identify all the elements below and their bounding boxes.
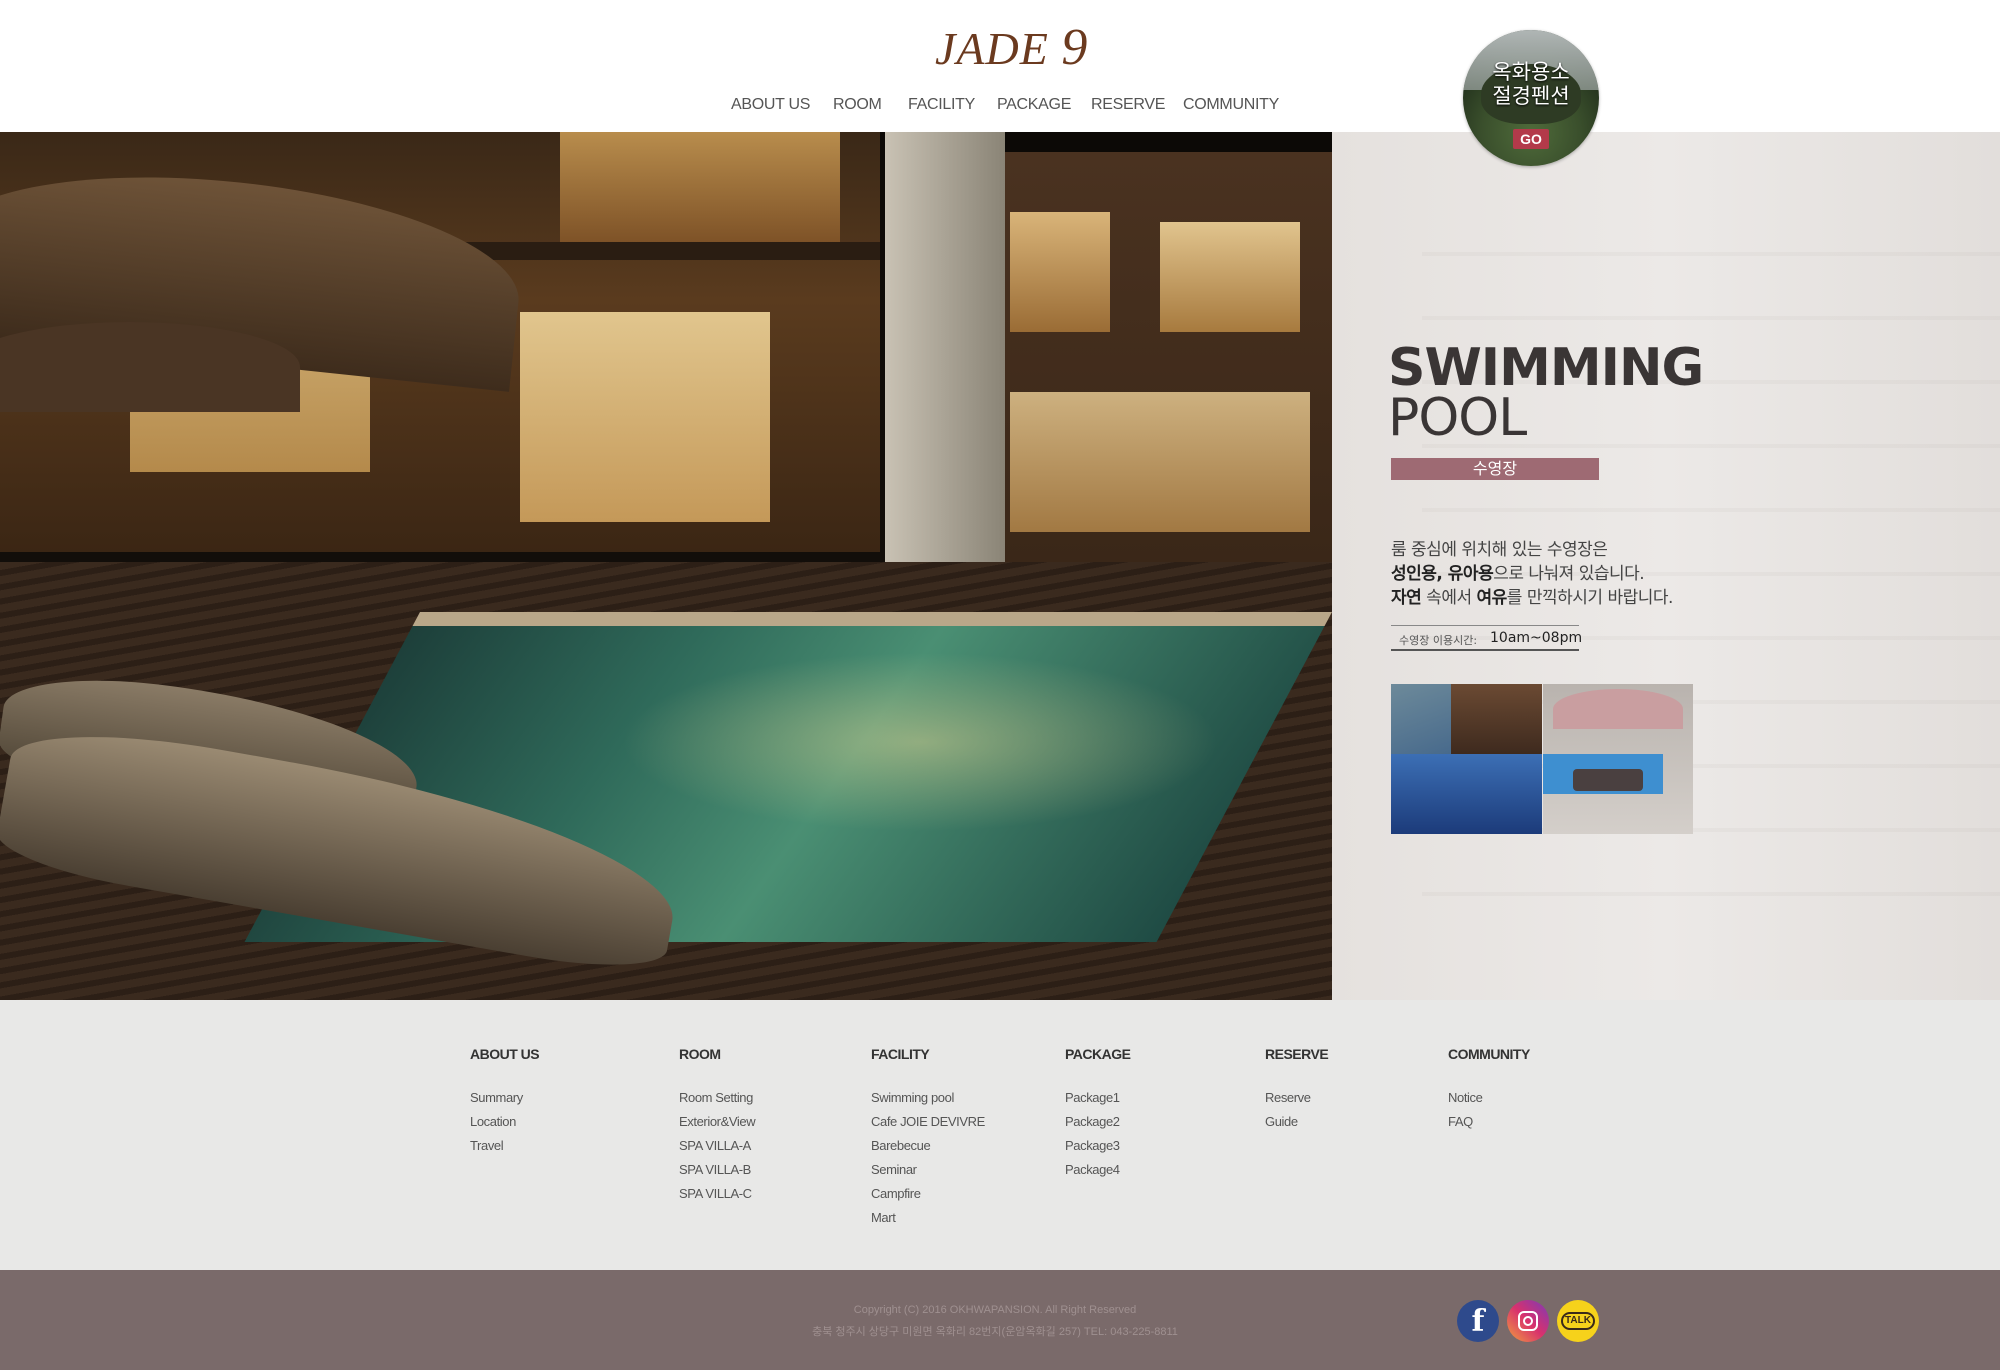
footer-link[interactable]: Mart <box>871 1206 985 1230</box>
pool-thumbnail-2[interactable] <box>1543 684 1693 834</box>
footer-col-package: PACKAGE Package1 Package2 Package3 Packa… <box>1065 1046 1131 1182</box>
facebook-icon[interactable]: f <box>1457 1300 1499 1342</box>
footer-col-title[interactable]: ROOM <box>679 1046 755 1062</box>
footer-bar <box>0 1270 2000 1370</box>
footer-col-title[interactable]: RESERVE <box>1265 1046 1329 1062</box>
footer-link[interactable]: Summary <box>470 1086 539 1110</box>
desc-line-1: 룸 중심에 위치해 있는 수영장은 <box>1391 540 1608 560</box>
hero-window-right2 <box>1160 222 1300 332</box>
instagram-icon[interactable] <box>1507 1300 1549 1342</box>
section-korean-label: 수영장 <box>1391 458 1599 480</box>
footer-col-title[interactable]: PACKAGE <box>1065 1046 1131 1062</box>
footer-col-room: ROOM Room Setting Exterior&View SPA VILL… <box>679 1046 756 1206</box>
footer-sitemap <box>0 1000 2000 1270</box>
nav-about-us[interactable]: ABOUT US <box>731 96 810 114</box>
thumb2-umbrella <box>1553 689 1683 729</box>
hero-image-pool-night <box>0 132 1332 1000</box>
section-description: 룸 중심에 위치해 있는 수영장은 성인용, 유아용으로 나눠져 있습니다. 자… <box>1391 538 1711 610</box>
hero-window-right1 <box>1010 212 1110 332</box>
footer-link[interactable]: Exterior&View <box>679 1110 756 1134</box>
footer-col-title[interactable]: ABOUT US <box>470 1046 540 1062</box>
footer-col-community: COMMUNITY Notice FAQ <box>1448 1046 1530 1134</box>
thumb2-lounger <box>1573 769 1643 791</box>
footer-link[interactable]: Package3 <box>1065 1134 1130 1158</box>
footer-link[interactable]: Package1 <box>1065 1086 1130 1110</box>
footer-link[interactable]: Campfire <box>871 1182 985 1206</box>
footer-link[interactable]: FAQ <box>1448 1110 1530 1134</box>
footer-link[interactable]: Travel <box>470 1134 539 1158</box>
nav-package[interactable]: PACKAGE <box>997 96 1071 114</box>
site-header: JADE 9 ABOUT US ROOM FACILITY PACKAGE RE… <box>0 0 2000 132</box>
desc-line-3: 자연 속에서 여유를 만끽하시기 바랍니다. <box>1391 586 1711 610</box>
site-logo[interactable]: JADE 9 <box>935 18 1088 77</box>
footer-link[interactable]: Guide <box>1265 1110 1328 1134</box>
logo-text: JADE <box>935 23 1049 74</box>
footer-link[interactable]: Seminar <box>871 1158 985 1182</box>
promo-badge[interactable]: 옥화용소 절경펜션 GO <box>1463 30 1599 166</box>
footer-link[interactable]: Location <box>470 1110 539 1134</box>
section-title-light: POOL <box>1388 388 1527 448</box>
copyright-text: Copyright (C) 2016 OKHWAPANSION. All Rig… <box>853 1304 1137 1316</box>
footer-col-title[interactable]: COMMUNITY <box>1448 1046 1530 1062</box>
desc-line-3-mid: 속에서 <box>1421 588 1477 608</box>
footer-link[interactable]: Notice <box>1448 1086 1530 1110</box>
footer-link[interactable]: Package2 <box>1065 1110 1130 1134</box>
footer-col-facility: FACILITY Swimming pool Cafe JOIE DEVIVRE… <box>871 1046 985 1230</box>
footer-col-about: ABOUT US Summary Location Travel <box>470 1046 540 1158</box>
hero-pillar <box>885 132 1005 572</box>
hero-window-left2 <box>520 312 770 522</box>
footer-link[interactable]: Cafe JOIE DEVIVRE <box>871 1110 985 1134</box>
footer-link[interactable]: SPA VILLA-C <box>679 1182 755 1206</box>
desc-line-3-bold2: 여유 <box>1476 588 1508 608</box>
instagram-lens <box>1523 1316 1533 1326</box>
promo-go-button[interactable]: GO <box>1513 129 1549 149</box>
footer-link[interactable]: Package4 <box>1065 1158 1130 1182</box>
footer-col-title[interactable]: FACILITY <box>871 1046 985 1062</box>
address-text: 충북 청주시 상당구 미원면 옥화리 82번지(운암옥화길 257) TEL: … <box>812 1326 1178 1338</box>
nav-community[interactable]: COMMUNITY <box>1183 96 1279 114</box>
hero-window-right3 <box>1010 392 1310 532</box>
desc-line-2: 성인용, 유아용으로 나눠져 있습니다. <box>1391 562 1711 586</box>
kakaotalk-icon[interactable]: TALK <box>1557 1300 1599 1342</box>
desc-line-3-rest: 를 만끽하시기 바랍니다. <box>1506 588 1674 608</box>
main-nav: ABOUT US ROOM FACILITY PACKAGE RESERVE C… <box>0 96 2000 120</box>
footer-link[interactable]: Swimming pool <box>871 1086 985 1110</box>
footer-link[interactable]: Reserve <box>1265 1086 1328 1110</box>
desc-line-2-bold: 성인용, 유아용 <box>1391 564 1494 584</box>
hours-value: 10am~08pm <box>1490 630 1583 646</box>
footer-link[interactable]: SPA VILLA-B <box>679 1158 755 1182</box>
thumb1-building <box>1451 684 1542 754</box>
nav-reserve[interactable]: RESERVE <box>1091 96 1165 114</box>
pool-thumbnail-1[interactable] <box>1391 684 1542 834</box>
kakaotalk-label: TALK <box>1561 1312 1595 1330</box>
hero-window-top <box>560 132 840 242</box>
footer-col-reserve: RESERVE Reserve Guide <box>1265 1046 1329 1134</box>
nav-facility[interactable]: FACILITY <box>908 96 975 114</box>
hours-label: 수영장 이용시간: <box>1399 634 1478 647</box>
nav-room[interactable]: ROOM <box>833 96 882 114</box>
hours-top-line <box>1391 625 1579 626</box>
logo-number: 9 <box>1061 19 1089 76</box>
thumb1-pool <box>1391 754 1542 834</box>
hero-reflection <box>620 652 1220 832</box>
promo-title: 옥화용소 절경펜션 <box>1492 60 1570 108</box>
footer-link[interactable]: Barebecue <box>871 1134 985 1158</box>
footer-link[interactable]: SPA VILLA-A <box>679 1134 755 1158</box>
desc-line-2-rest: 으로 나눠져 있습니다. <box>1493 564 1645 584</box>
desc-line-3-bold1: 자연 <box>1391 588 1422 608</box>
footer-link[interactable]: Room Setting <box>679 1086 755 1110</box>
pool-hours: 수영장 이용시간: 10am~08pm <box>1391 625 1583 651</box>
